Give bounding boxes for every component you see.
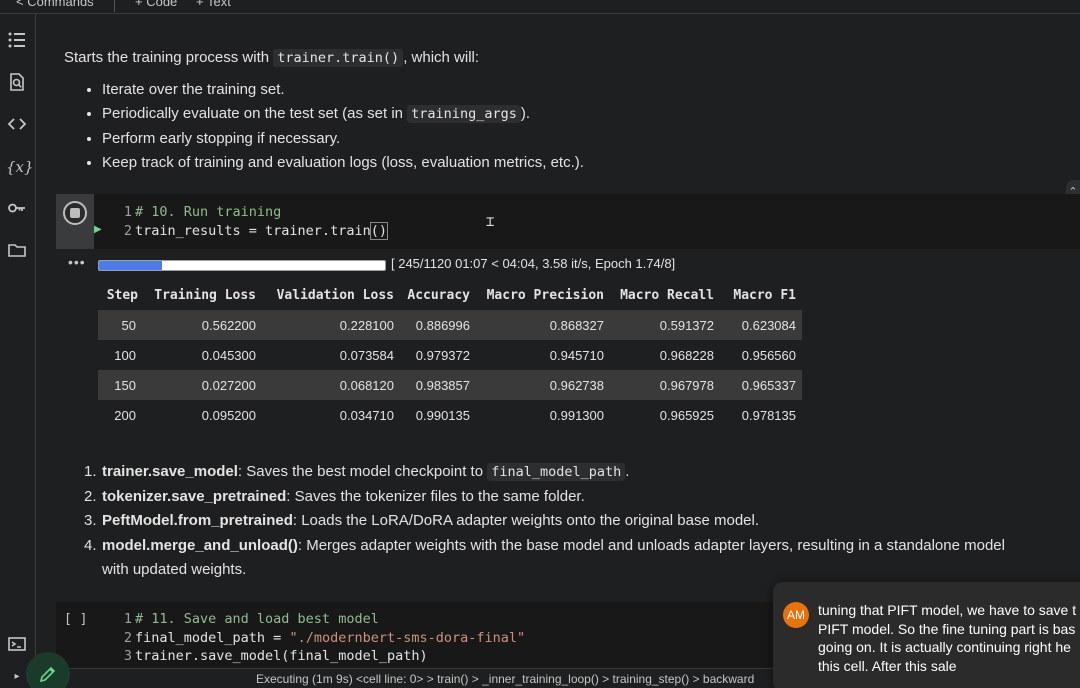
- markdown-cell-save-steps[interactable]: 1. trainer.save_model: Saves the best mod…: [84, 460, 1024, 583]
- column-header: Macro Precision: [486, 287, 604, 303]
- table-cell: 0.968228: [659, 347, 714, 363]
- list-item: 3. PeftModel.from_pretrained: Loads the L…: [84, 512, 760, 529]
- table-of-contents-icon[interactable]: [6, 30, 28, 52]
- stop-icon: [70, 208, 80, 218]
- executing-indicator-icon: ▶: [94, 224, 102, 235]
- list-item: 4. model.merge_and_unload(): Merges adapt…: [84, 536, 1005, 579]
- table-cell: 100: [114, 347, 136, 363]
- expand-arrow-icon[interactable]: ▸: [6, 666, 28, 688]
- progress-fill: [99, 261, 162, 270]
- bullet-list: Iterate over the training set. Periodica…: [64, 78, 1044, 176]
- list-item: 2. tokenizer.save_pretrained: Saves the t…: [84, 487, 585, 505]
- inline-code: training_args: [407, 105, 521, 123]
- code-line: 2 final_model_path = "./modernbert-sms-do…: [123, 629, 526, 646]
- run-cell-button[interactable]: [ ]: [64, 612, 87, 627]
- progress-text: [ 245/1120 01:07 < 04:04, 3.58 it/s, Epo…: [391, 256, 676, 271]
- list-item: Keep track of training and evaluation lo…: [102, 151, 1044, 176]
- table-cell: 0.886996: [415, 317, 470, 333]
- table-cell: 0.983857: [415, 377, 470, 393]
- code-editor[interactable]: 1 # 11. Save and load best model 2 final_m…: [118, 610, 525, 666]
- list-item: 1. trainer.save_model: Saves the best mod…: [84, 463, 630, 481]
- table-cell: 0.073584: [339, 347, 394, 363]
- table-cell: 200: [114, 407, 136, 423]
- text-cursor-icon: ⌶: [486, 214, 495, 230]
- training-progress-bar: [98, 260, 386, 271]
- code-line: 3 trainer.save_model(final_model_path): [123, 648, 428, 664]
- toolbar-divider: [114, 0, 115, 12]
- cell-output: ••• [ 245/1120 01:07 < 04:04, 3.58 it/s,…: [56, 250, 1080, 446]
- code-cell-run-training[interactable]: ▶ 1 # 10. Run training 2 train_results = t…: [56, 194, 1080, 249]
- edit-pencil-button[interactable]: [26, 652, 70, 688]
- table-cell: 0.967978: [659, 377, 714, 393]
- execution-status: Executing (1m 9s) <cell line: 0> > train…: [256, 672, 755, 686]
- column-header: Accuracy: [407, 287, 470, 303]
- table-cell: 0.991300: [549, 407, 604, 423]
- table-cell: 50: [121, 317, 136, 333]
- table-row: 100 0.045300 0.073584 0.979372 0.945710 …: [98, 340, 802, 370]
- column-header: Macro Recall: [620, 287, 714, 303]
- inline-code: trainer.train(): [273, 49, 404, 67]
- inline-code: final_model_path: [487, 463, 626, 481]
- list-item: Iterate over the training set.: [102, 78, 1044, 103]
- terminal-icon[interactable]: [6, 634, 28, 656]
- table-cell: 0.095200: [201, 407, 256, 423]
- code-snippets-icon[interactable]: [6, 114, 28, 136]
- table-header-row: Step Training Loss Validation Loss Accur…: [98, 280, 802, 310]
- list-item: Periodically evaluate on the test set (a…: [102, 102, 1044, 127]
- table-cell: 0.591372: [659, 317, 714, 333]
- find-icon[interactable]: [6, 72, 28, 94]
- table-row: 200 0.095200 0.034710 0.990135 0.991300 …: [98, 400, 802, 430]
- output-menu-button[interactable]: •••: [68, 254, 86, 270]
- table-cell: 0.228100: [339, 317, 394, 333]
- code-editor[interactable]: 1 # 10. Run training 2 train_results = tra…: [118, 203, 388, 240]
- table-cell: 0.962738: [549, 377, 604, 393]
- column-header: Macro F1: [733, 287, 796, 303]
- table-row: 50 0.562200 0.228100 0.886996 0.868327 0…: [98, 310, 802, 340]
- variables-icon[interactable]: {x}: [6, 156, 34, 178]
- code-line: 2 train_results = trainer.train(): [123, 221, 388, 240]
- column-header: Step: [106, 287, 138, 303]
- code-line: 1 # 10. Run training: [123, 204, 282, 220]
- notebook-toolbar: < Commands + Code + Text: [0, 0, 1080, 14]
- commands-button[interactable]: < Commands: [16, 0, 94, 9]
- table-cell: 0.034710: [339, 407, 394, 423]
- metrics-table: Step Training Loss Validation Loss Accur…: [98, 280, 802, 430]
- intro-paragraph: Starts the training process with trainer…: [64, 49, 480, 67]
- table-cell: 0.623084: [741, 317, 796, 333]
- code-line: 1 # 11. Save and load best model: [123, 611, 379, 627]
- pencil-icon: [39, 666, 56, 683]
- table-cell: 150: [114, 377, 136, 393]
- table-cell: 0.965337: [741, 377, 796, 393]
- table-cell: 0.868327: [549, 317, 604, 333]
- table-cell: 0.990135: [415, 407, 470, 423]
- table-cell: 0.045300: [201, 347, 256, 363]
- caption-popup: AM tuning that PIFT model, we have to sa…: [773, 582, 1080, 688]
- column-header: Training Loss: [154, 287, 256, 303]
- add-code-button[interactable]: + Code: [135, 0, 177, 9]
- markdown-cell-training[interactable]: Starts the training process with trainer…: [64, 46, 1044, 176]
- table-cell: 0.978135: [741, 407, 796, 423]
- avatar: AM: [783, 602, 809, 628]
- table-row: 150 0.027200 0.068120 0.983857 0.962738 …: [98, 370, 802, 400]
- table-cell: 0.979372: [415, 347, 470, 363]
- column-header: Validation Loss: [276, 287, 394, 303]
- stop-execution-button[interactable]: [63, 201, 87, 225]
- table-cell: 0.945710: [549, 347, 604, 363]
- table-cell: 0.965925: [659, 407, 714, 423]
- files-folder-icon[interactable]: [6, 240, 28, 262]
- add-text-button[interactable]: + Text: [196, 0, 231, 9]
- caption-text: tuning that PIFT model, we have to save …: [818, 602, 1077, 674]
- secrets-key-icon[interactable]: [6, 198, 28, 220]
- table-cell: 0.562200: [201, 317, 256, 333]
- table-cell: 0.068120: [339, 377, 394, 393]
- cell-gutter: [56, 194, 94, 249]
- table-cell: 0.027200: [201, 377, 256, 393]
- list-item: Perform early stopping if necessary.: [102, 127, 1044, 152]
- table-cell: 0.956560: [741, 347, 796, 363]
- left-sidebar: {x} ▸: [0, 14, 36, 688]
